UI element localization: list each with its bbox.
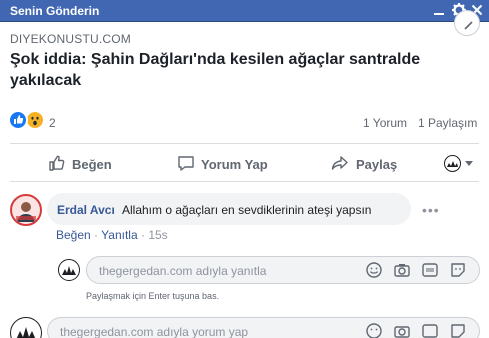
comment-button[interactable]: Yorum Yap	[177, 154, 269, 174]
camera-icon[interactable]	[393, 322, 411, 338]
divider	[10, 181, 479, 182]
preview-close-button[interactable]	[454, 10, 480, 36]
minimize-icon[interactable]	[431, 2, 447, 18]
like-reaction-icon[interactable]	[8, 110, 28, 130]
chat-window-titlebar[interactable]: Senin Gönderin	[0, 0, 489, 22]
comment-icon	[178, 156, 194, 171]
pencil-icon	[464, 21, 473, 30]
camera-icon[interactable]	[393, 261, 411, 279]
page-avatar-selector[interactable]	[444, 155, 461, 172]
rhino-logo-icon	[447, 161, 458, 167]
comment-like-link[interactable]: Beğen	[56, 228, 91, 242]
commenter-self-avatar	[10, 317, 42, 338]
rhino-logo-icon	[16, 327, 36, 338]
link-headline[interactable]: Şok iddia: Şahin Dağları'nda kesilen ağa…	[10, 49, 440, 91]
reply-avatar	[58, 259, 80, 281]
comment-author[interactable]: Erdal Avcı	[57, 203, 115, 217]
share-button-label: Paylaş	[356, 157, 398, 172]
sticker-icon[interactable]	[449, 322, 467, 338]
window-title: Senin Gönderin	[10, 4, 100, 18]
shares-count-link[interactable]: 1 Paylaşım	[418, 116, 477, 130]
person-photo-icon	[16, 202, 36, 222]
comment-text: Allahım o ağaçları en sevdiklerinin ateş…	[122, 203, 372, 217]
like-button-label: Beğen	[72, 157, 112, 172]
reply-placeholder: thegergedan.com adıyla yanıtla	[99, 264, 267, 278]
comment-placeholder: thegergedan.com adıyla yorum yap	[60, 325, 249, 338]
wow-reaction-icon[interactable]	[25, 110, 45, 130]
separator: ·	[140, 228, 145, 242]
comments-count-link[interactable]: 1 Yorum	[363, 116, 407, 130]
sticker-icon[interactable]	[449, 261, 467, 279]
reply-input[interactable]: thegergedan.com adıyla yanıtla	[86, 256, 480, 284]
emoji-icon[interactable]	[365, 261, 383, 279]
share-icon	[331, 156, 348, 170]
share-button[interactable]: Paylaş	[331, 154, 401, 174]
rhino-logo-icon	[62, 266, 76, 275]
comment-bubble: Erdal Avcı Allahım o ağaçları en sevdikl…	[47, 193, 411, 225]
comment-timestamp[interactable]: 15s	[148, 228, 167, 242]
commenter-avatar[interactable]	[10, 194, 42, 226]
thumbs-up-icon	[49, 155, 65, 171]
enter-hint: Paylaşmak için Enter tuşuna bas.	[86, 291, 220, 301]
comment-meta: Beğen · Yanıtla · 15s	[56, 228, 168, 242]
reaction-count[interactable]: 2	[49, 116, 56, 130]
comment-input[interactable]: thegergedan.com adıyla yorum yap	[47, 317, 480, 338]
comment-button-label: Yorum Yap	[201, 157, 268, 172]
divider	[10, 143, 479, 144]
more-options-icon[interactable]: •••	[422, 202, 440, 218]
gif-icon[interactable]	[421, 261, 439, 279]
comment-reply-link[interactable]: Yanıtla	[101, 228, 137, 242]
separator: ·	[94, 228, 99, 242]
link-domain: DIYEKONUSTU.COM	[10, 32, 132, 46]
gif-icon[interactable]	[421, 322, 439, 338]
like-button[interactable]: Beğen	[48, 154, 118, 174]
emoji-icon[interactable]	[365, 322, 383, 338]
chevron-down-icon[interactable]	[465, 161, 473, 166]
